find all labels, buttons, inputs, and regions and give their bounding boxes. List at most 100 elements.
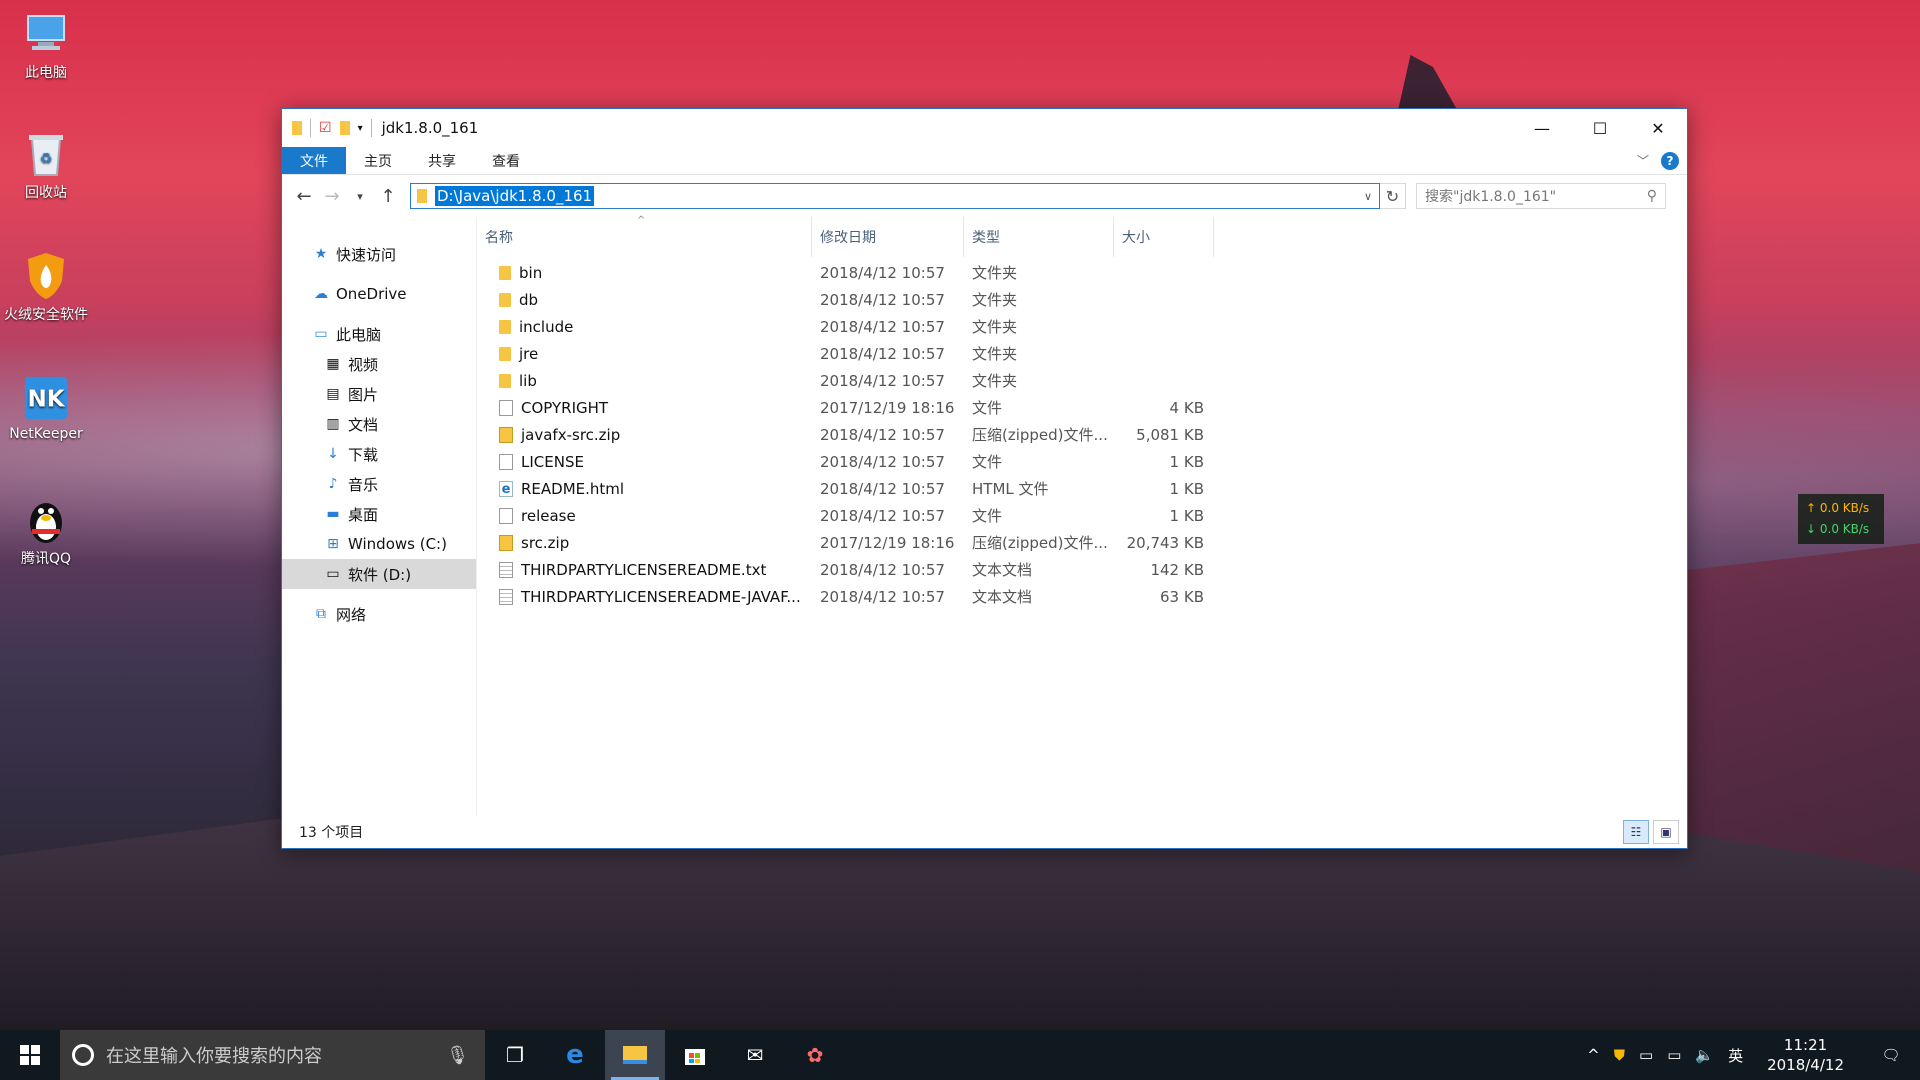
column-name[interactable]: ^ 名称 <box>477 215 812 257</box>
taskbar-search-box[interactable]: 在这里输入你要搜索的内容 🎙 <box>60 1030 485 1080</box>
nav-network[interactable]: ⧉ 网络 <box>282 599 476 629</box>
nav-onedrive[interactable]: ☁ OneDrive <box>282 279 476 309</box>
music-note-icon: ♪ <box>328 476 338 492</box>
nav-drive-d[interactable]: ▭ 软件 (D:) <box>282 559 476 589</box>
status-bar: 13 个项目 ☷ ▣ <box>282 816 1687 848</box>
file-row[interactable]: release 2018/4/12 10:57 文件 1 KB <box>477 502 1214 529</box>
nav-music[interactable]: ♪ 音乐 <box>282 469 476 499</box>
file-row[interactable]: COPYRIGHT 2017/12/19 18:16 文件 4 KB <box>477 394 1214 421</box>
file-type: 压缩(zipped)文件... <box>972 534 1108 552</box>
refresh-icon[interactable]: ↻ <box>1380 183 1406 209</box>
system-tray: ^ ⛊ ▭ ▭ 🔈 英 11:21 2018/4/12 🗨 <box>1587 1035 1920 1075</box>
notification-icon: 🗨 <box>1881 1046 1901 1064</box>
computer-icon: ▭ <box>314 326 328 342</box>
chevron-down-icon[interactable]: ∨ <box>1357 190 1379 203</box>
task-view-button[interactable]: ❐ <box>485 1030 545 1080</box>
desktop-icon-qq[interactable]: 腾讯QQ <box>0 496 92 568</box>
nav-documents[interactable]: ▥ 文档 <box>282 409 476 439</box>
nav-downloads[interactable]: ↓ 下载 <box>282 439 476 469</box>
tab-home[interactable]: 主页 <box>346 147 410 174</box>
pinwheel-app-icon: ✿ <box>806 1043 824 1067</box>
show-hidden-icons-icon[interactable]: ^ <box>1587 1046 1600 1064</box>
nav-desktop[interactable]: ▬ 桌面 <box>282 499 476 529</box>
taskbar-clock[interactable]: 11:21 2018/4/12 <box>1767 1035 1844 1075</box>
input-method-indicator[interactable]: 英 <box>1728 1045 1743 1066</box>
back-arrow-icon[interactable]: ← <box>290 186 318 207</box>
file-name: src.zip <box>521 533 570 552</box>
maximize-button[interactable]: ☐ <box>1571 109 1629 147</box>
volume-icon[interactable]: 🔈 <box>1695 1046 1714 1064</box>
file-row[interactable]: lib 2018/4/12 10:57 文件夹 <box>477 367 1214 394</box>
customize-toolbar-icon[interactable]: ▾ <box>358 123 363 134</box>
details-view-button[interactable]: ☷ <box>1623 820 1649 844</box>
file-row[interactable]: db 2018/4/12 10:57 文件夹 <box>477 286 1214 313</box>
file-row[interactable]: LICENSE 2018/4/12 10:57 文件 1 KB <box>477 448 1214 475</box>
file-row[interactable]: bin 2018/4/12 10:57 文件夹 <box>477 259 1214 286</box>
download-arrow-icon: ↓ <box>327 446 339 462</box>
file-row[interactable]: javafx-src.zip 2018/4/12 10:57 压缩(zipped)文… <box>477 421 1214 448</box>
desktop-icon-recycle-bin[interactable]: ♻ 回收站 <box>0 130 92 202</box>
file-date: 2017/12/19 18:16 <box>820 398 955 417</box>
desktop-icon-label: NetKeeper <box>9 426 83 442</box>
tab-file[interactable]: 文件 <box>282 147 346 174</box>
network-status-icon[interactable]: ▭ <box>1639 1046 1653 1064</box>
large-icons-view-button[interactable]: ▣ <box>1653 820 1679 844</box>
close-button[interactable]: ✕ <box>1629 109 1687 147</box>
address-bar[interactable]: D:\Java\jdk1.8.0_161 ∨ <box>410 183 1380 209</box>
expand-ribbon-icon[interactable]: ﹀ <box>1637 147 1649 174</box>
file-icon <box>499 399 513 416</box>
file-type: 压缩(zipped)文件... <box>972 426 1108 444</box>
action-center-button[interactable]: 🗨 <box>1868 1046 1914 1064</box>
network-icon: ⧉ <box>316 606 326 622</box>
edge-button[interactable]: e <box>545 1030 605 1080</box>
new-folder-icon[interactable] <box>339 121 350 135</box>
file-row[interactable]: src.zip 2017/12/19 18:16 压缩(zipped)文件... 20… <box>477 529 1214 556</box>
file-row[interactable]: e README.html 2018/4/12 10:57 HTML 文件 1 KB <box>477 475 1214 502</box>
nav-this-pc[interactable]: ▭ 此电脑 <box>282 319 476 349</box>
file-date: 2018/4/12 10:57 <box>820 425 945 444</box>
help-icon[interactable]: ? <box>1661 152 1679 170</box>
nav-drive-c[interactable]: ⊞ Windows (C:) <box>282 529 476 559</box>
column-type[interactable]: 类型 <box>964 217 1114 257</box>
nav-quick-access[interactable]: ★ 快速访问 <box>282 239 476 269</box>
store-button[interactable] <box>665 1030 725 1080</box>
file-explorer-button[interactable] <box>605 1030 665 1080</box>
nav-label: 快速访问 <box>336 245 397 264</box>
nav-videos[interactable]: ▦ 视频 <box>282 349 476 379</box>
desktop-icon-huorong[interactable]: 火绒安全软件 <box>0 252 92 324</box>
column-size[interactable]: 大小 <box>1114 217 1214 257</box>
app-button[interactable]: ✿ <box>785 1030 845 1080</box>
forward-arrow-icon[interactable]: → <box>318 186 346 207</box>
file-name: include <box>519 317 574 336</box>
address-path[interactable]: D:\Java\jdk1.8.0_161 <box>435 186 595 206</box>
desktop-icon-this-pc[interactable]: 此电脑 <box>0 10 92 82</box>
desktop-icon-netkeeper[interactable]: NK NetKeeper <box>0 374 92 442</box>
minimize-button[interactable]: — <box>1513 109 1571 147</box>
file-row[interactable]: THIRDPARTYLICENSEREADME.txt 2018/4/12 10:… <box>477 556 1214 583</box>
properties-icon[interactable]: ☑ <box>319 120 332 136</box>
microphone-icon[interactable]: 🎙 <box>446 1045 469 1066</box>
folder-icon <box>292 121 302 135</box>
battery-icon[interactable]: ▭ <box>1667 1046 1681 1064</box>
file-date: 2018/4/12 10:57 <box>820 560 945 579</box>
tab-view[interactable]: 查看 <box>474 147 538 174</box>
up-arrow-icon[interactable]: ↑ <box>374 186 402 207</box>
file-type: 文件夹 <box>972 345 1018 363</box>
nav-pictures[interactable]: ▤ 图片 <box>282 379 476 409</box>
search-input[interactable]: 搜索"jdk1.8.0_161" ⚲ <box>1416 183 1666 209</box>
file-row[interactable]: jre 2018/4/12 10:57 文件夹 <box>477 340 1214 367</box>
svg-text:NK: NK <box>27 387 65 413</box>
column-date[interactable]: 修改日期 <box>812 217 964 257</box>
start-button[interactable] <box>0 1030 60 1080</box>
file-size: 5,081 KB <box>1136 425 1204 444</box>
mail-button[interactable]: ✉ <box>725 1030 785 1080</box>
recent-locations-icon[interactable]: ▾ <box>346 190 374 203</box>
security-shield-icon[interactable]: ⛊ <box>1614 1046 1625 1064</box>
net-speed-widget[interactable]: ↑ 0.0 KB/s ↓ 0.0 KB/s <box>1798 494 1884 544</box>
file-row[interactable]: THIRDPARTYLICENSEREADME-JAVAF... 2018/4/1… <box>477 583 1214 610</box>
file-row[interactable]: include 2018/4/12 10:57 文件夹 <box>477 313 1214 340</box>
tab-share[interactable]: 共享 <box>410 147 474 174</box>
column-headers: ^ 名称 修改日期 类型 大小 <box>477 215 1687 257</box>
file-size: 1 KB <box>1169 452 1204 471</box>
title-bar[interactable]: ☑ ▾ jdk1.8.0_161 — ☐ ✕ <box>282 109 1687 147</box>
